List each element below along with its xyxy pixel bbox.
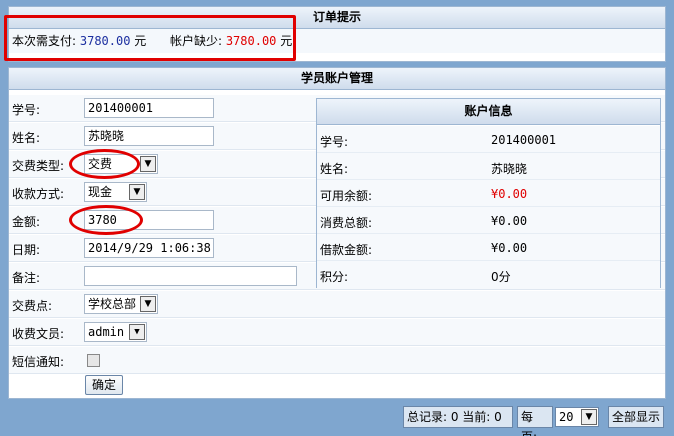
info-label: 消费总额: xyxy=(320,216,373,230)
sms-checkbox[interactable] xyxy=(87,354,100,367)
info-label: 学号: xyxy=(320,135,349,149)
pager-size-value: 20 xyxy=(559,410,574,424)
chevron-down-icon[interactable]: ▼ xyxy=(140,296,156,312)
pager-per-page-label: 每页: xyxy=(517,406,553,436)
chevron-down-icon[interactable]: ▼ xyxy=(140,156,156,172)
clerk-value: admin xyxy=(88,325,125,339)
info-row: 消费总额: ¥0.00 xyxy=(317,207,660,234)
pay-method-label: 收款方式: xyxy=(12,187,65,201)
row-sms: 短信通知: xyxy=(9,347,665,374)
clerk-select[interactable]: admin ▼ xyxy=(84,322,147,342)
submit-button[interactable]: 确定 xyxy=(85,375,123,395)
info-label: 姓名: xyxy=(320,162,349,176)
info-row: 姓名: 苏晓晓 xyxy=(317,153,660,180)
student-no-input[interactable]: 201400001 xyxy=(84,98,214,118)
fee-type-label: 交费类型: xyxy=(12,159,65,173)
amount-label: 金额: xyxy=(12,215,41,229)
highlight-ellipse xyxy=(69,149,140,179)
chevron-down-icon[interactable]: ▼ xyxy=(129,184,145,200)
date-input[interactable]: 2014/9/29 1:06:38 xyxy=(84,238,214,258)
pay-method-value: 现金 xyxy=(88,185,113,199)
info-value: ¥0.00 xyxy=(491,187,528,201)
name-label: 姓名: xyxy=(12,131,41,145)
pager-total: 总记录: 0 当前: 0 xyxy=(403,406,513,428)
row-pay-point: 交费点: 学校总部 ▼ xyxy=(9,291,665,318)
info-value: 201400001 xyxy=(491,133,557,147)
info-value: ¥0.00 xyxy=(491,241,528,255)
info-value: ¥0.00 xyxy=(491,214,528,228)
pager-size-select[interactable]: 20 ▼ xyxy=(555,407,599,427)
info-row: 学号: 201400001 xyxy=(317,126,660,153)
remark-input[interactable] xyxy=(84,266,297,286)
pay-point-value: 学校总部 xyxy=(88,297,137,311)
info-row: 可用余额: ¥0.00 xyxy=(317,180,660,207)
info-value: 苏晓晓 xyxy=(491,162,528,176)
pay-point-label: 交费点: xyxy=(12,299,53,313)
pay-method-select[interactable]: 现金 ▼ xyxy=(84,182,147,202)
account-info-title: 账户信息 xyxy=(317,99,660,125)
info-row: 借款金额: ¥0.00 xyxy=(317,234,660,261)
highlight-ellipse xyxy=(69,205,143,235)
row-clerk: 收费文员: admin ▼ xyxy=(9,319,665,346)
chevron-down-icon[interactable]: ▼ xyxy=(581,409,597,425)
account-management-panel: 学员账户管理 学号: 201400001 姓名: 苏晓晓 交费类型: 交费 ▼ … xyxy=(8,67,666,399)
info-value: 0分 xyxy=(491,270,511,284)
pay-point-select[interactable]: 学校总部 ▼ xyxy=(84,294,158,314)
chevron-down-icon[interactable]: ▼ xyxy=(129,324,145,340)
info-label: 借款金额: xyxy=(320,243,373,257)
sms-label: 短信通知: xyxy=(12,355,65,369)
account-info-box: 账户信息 学号: 201400001 姓名: 苏晓晓 可用余额: ¥0.00 消… xyxy=(316,98,661,288)
student-no-label: 学号: xyxy=(12,103,41,117)
info-label: 可用余额: xyxy=(320,189,373,203)
name-input[interactable]: 苏晓晓 xyxy=(84,126,214,146)
show-all-button[interactable]: 全部显示 xyxy=(608,406,664,428)
date-label: 日期: xyxy=(12,243,41,257)
clerk-label: 收费文员: xyxy=(12,327,65,341)
info-row: 积分: 0分 xyxy=(317,261,660,288)
account-management-title: 学员账户管理 xyxy=(9,68,665,90)
info-label: 积分: xyxy=(320,270,349,284)
remark-label: 备注: xyxy=(12,271,41,285)
highlight-box xyxy=(4,15,296,61)
